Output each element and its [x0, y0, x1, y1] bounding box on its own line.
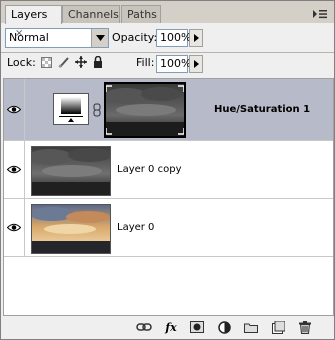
visibility-eye-icon[interactable] — [4, 79, 25, 140]
lock-position-icon[interactable] — [75, 56, 87, 68]
folder-icon[interactable] — [242, 319, 260, 335]
panel-menu-button[interactable] — [310, 5, 330, 21]
new-layer-icon[interactable] — [269, 319, 287, 335]
layer-mask-thumbnail[interactable] — [104, 82, 186, 138]
layer-row-layer-0[interactable]: Layer 0 — [4, 199, 333, 257]
tab-channels[interactable]: Channels — [62, 5, 120, 23]
fx-icon[interactable]: fx — [162, 319, 180, 335]
close-icon[interactable]: × — [15, 25, 23, 43]
lock-label: Lock: — [7, 56, 36, 69]
tab-channels-label: Channels — [68, 8, 119, 21]
tab-paths-label: Paths — [127, 8, 157, 21]
adjustment-layer-icon — [53, 93, 89, 125]
lock-transparent-pixels-icon[interactable] — [41, 57, 52, 68]
lock-all-icon[interactable] — [93, 55, 103, 68]
tab-paths[interactable]: Paths — [121, 5, 161, 23]
add-mask-icon[interactable] — [188, 319, 206, 335]
chevron-right-icon — [193, 34, 199, 42]
tab-bar: Layers× Channels Paths — [1, 1, 334, 39]
lock-image-pixels-icon[interactable] — [58, 56, 70, 68]
fill-value: 100% — [160, 57, 192, 70]
chevron-down-icon[interactable] — [91, 29, 108, 47]
layer-row-hue-saturation[interactable]: Hue/Saturation 1 — [4, 79, 333, 141]
opacity-field[interactable]: 100% — [156, 29, 192, 47]
opacity-slider-button[interactable] — [189, 29, 203, 47]
trash-icon[interactable] — [296, 319, 314, 335]
panel-menu-icon — [313, 10, 327, 19]
layer-thumbnail[interactable] — [28, 146, 112, 196]
adjustment-layer-icon[interactable] — [215, 319, 233, 335]
opacity-value: 100% — [160, 31, 192, 44]
chevron-right-icon — [193, 60, 199, 68]
fx-label: fx — [165, 320, 177, 334]
layers-list[interactable]: Hue/Saturation 1 Layer 0 copy Layer 0 — [3, 78, 334, 316]
visibility-eye-icon[interactable] — [4, 199, 25, 256]
opacity-label: Opacity: — [112, 31, 158, 44]
tab-layers[interactable]: Layers× — [5, 5, 62, 39]
layer-name[interactable]: Hue/Saturation 1 — [214, 103, 310, 117]
layers-footer: fx — [1, 317, 334, 338]
link-layers-icon[interactable] — [135, 319, 153, 335]
link-icon[interactable] — [92, 103, 102, 117]
layers-panel: Layers× Channels Paths Normal Opacity: 1… — [0, 0, 335, 340]
layer-thumbnail[interactable] — [30, 204, 111, 254]
layer-name[interactable]: Layer 0 copy — [117, 163, 181, 177]
fill-label: Fill: — [136, 56, 155, 69]
panel-content: Normal Opacity: 100% Lock: Fill: 100% Hu… — [1, 23, 334, 339]
layer-name[interactable]: Layer 0 — [117, 221, 154, 235]
layer-row-layer-0-copy[interactable]: Layer 0 copy — [4, 141, 333, 199]
fill-slider-button[interactable] — [189, 55, 203, 73]
visibility-eye-icon[interactable] — [4, 141, 25, 198]
tab-layers-label: Layers — [11, 8, 48, 21]
divider — [1, 52, 334, 53]
fill-field[interactable]: 100% — [156, 55, 192, 73]
